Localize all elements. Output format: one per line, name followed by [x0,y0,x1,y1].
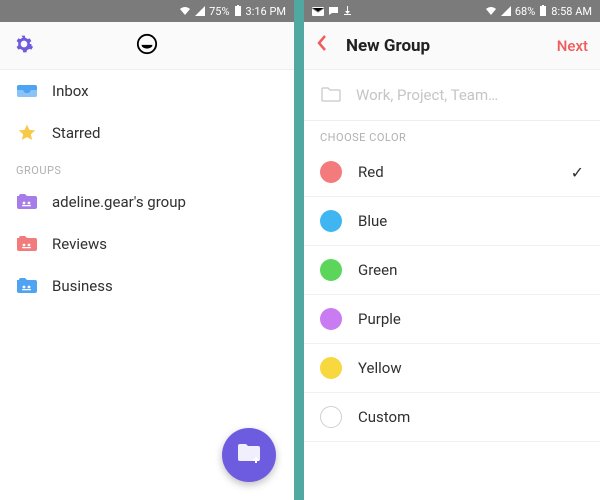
add-group-fab[interactable] [222,428,276,482]
color-label: Purple [358,310,584,328]
download-notif-icon [343,6,352,16]
groups-list-screen: 75% 3:16 PM Inbox Starred GROUPS adeline… [0,0,294,500]
group-item[interactable]: Reviews [0,223,294,265]
color-swatch [320,161,342,183]
signal-icon [501,6,511,16]
color-label: Green [358,261,584,279]
battery-level: 68% [515,5,535,18]
color-swatch [320,259,342,281]
back-button[interactable] [316,34,328,57]
check-icon: ✓ [571,163,584,182]
color-list: Red ✓ Blue Green Purple Yellow Custom [304,148,600,442]
color-label: Blue [358,212,584,230]
group-label: adeline.gear's group [52,193,186,211]
nav-starred[interactable]: Starred [0,112,294,154]
status-bar: 68% 8:58 AM [304,0,600,22]
group-label: Business [52,277,113,295]
color-option[interactable]: Blue [304,197,600,246]
color-option[interactable]: Purple [304,295,600,344]
folder-plus-icon [236,442,262,468]
group-folder-icon [16,233,38,255]
page-title: New Group [346,36,430,56]
settings-icon[interactable] [14,34,34,58]
group-item[interactable]: adeline.gear's group [0,181,294,223]
nav-inbox[interactable]: Inbox [0,70,294,112]
clock: 3:16 PM [246,5,286,18]
color-label: Red [358,163,555,181]
color-label: Yellow [358,359,584,377]
nav-bar: New Group Next [304,22,600,70]
app-logo-icon [136,33,158,59]
new-group-screen: 68% 8:58 AM New Group Next Work, Project… [304,0,600,500]
battery-icon [234,5,242,17]
app-header [0,22,294,70]
wifi-icon [485,6,497,16]
battery-level: 75% [209,5,229,18]
nav-label: Inbox [52,82,89,100]
color-swatch [320,210,342,232]
choose-color-label: CHOOSE COLOR [304,121,600,148]
group-folder-icon [16,191,38,213]
color-option[interactable]: Green [304,246,600,295]
wifi-icon [179,6,191,16]
group-name-input[interactable]: Work, Project, Team… [304,70,600,121]
nav-label: Starred [52,124,100,142]
color-label: Custom [358,408,584,426]
status-bar: 75% 3:16 PM [0,0,294,22]
folder-outline-icon [320,84,342,106]
battery-icon [539,5,547,17]
group-label: Reviews [52,235,107,253]
group-item[interactable]: Business [0,265,294,307]
group-folder-icon [16,275,38,297]
clock: 8:58 AM [551,5,592,18]
color-option[interactable]: Red ✓ [304,148,600,197]
star-icon [16,122,38,144]
mail-notif-icon [312,7,324,16]
chat-notif-icon [328,6,339,16]
inbox-icon [16,80,38,102]
signal-icon [195,6,205,16]
color-swatch [320,308,342,330]
color-swatch [320,357,342,379]
groups-section-label: GROUPS [0,154,294,181]
next-button[interactable]: Next [557,37,588,55]
color-option[interactable]: Custom [304,393,600,442]
placeholder-text: Work, Project, Team… [356,86,498,104]
color-option[interactable]: Yellow [304,344,600,393]
color-swatch [320,406,342,428]
